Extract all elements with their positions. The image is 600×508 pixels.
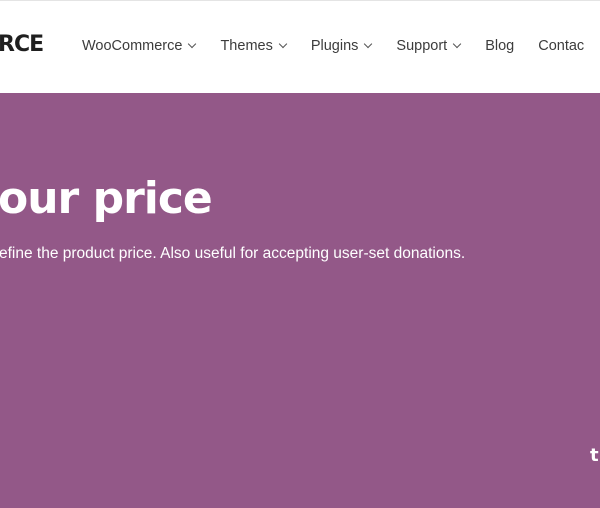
page: RCE WooCommerce Themes Plugins Support B…	[0, 0, 600, 508]
nav-item-blog[interactable]: Blog	[485, 37, 514, 55]
chevron-down-icon	[188, 39, 197, 49]
nav-item-contact[interactable]: Contac	[538, 37, 584, 55]
nav-item-label: Contac	[538, 38, 585, 54]
hero-corner-text: t	[590, 445, 599, 466]
nav-item-woocommerce[interactable]: WooCommerce	[82, 37, 197, 55]
nav-item-plugins[interactable]: Plugins	[310, 37, 373, 55]
hero-banner: our price efine the product price. Also …	[0, 93, 600, 508]
site-logo[interactable]: RCE	[0, 32, 44, 58]
chevron-down-icon	[364, 39, 373, 49]
hero-title: our price	[0, 173, 213, 224]
nav-item-label: Themes	[220, 38, 273, 54]
nav-item-label: Blog	[485, 38, 515, 54]
nav-item-label: Plugins	[310, 38, 359, 54]
hero-description: efine the product price. Also useful for…	[0, 245, 466, 262]
nav-item-label: Support	[396, 38, 448, 54]
main-nav: WooCommerce Themes Plugins Support Blog …	[82, 37, 600, 55]
nav-item-support[interactable]: Support	[396, 37, 462, 55]
chevron-down-icon	[278, 39, 288, 49]
site-header: RCE WooCommerce Themes Plugins Support B…	[0, 0, 600, 93]
chevron-down-icon	[452, 39, 462, 49]
nav-item-themes[interactable]: Themes	[220, 37, 288, 55]
nav-item-label: WooCommerce	[82, 38, 183, 54]
